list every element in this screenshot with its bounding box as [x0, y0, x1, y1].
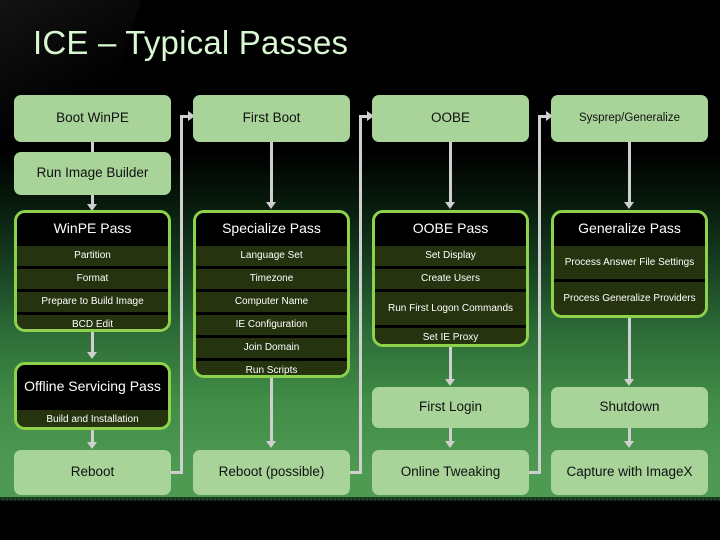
pass-row[interactable]: Create Users	[375, 266, 526, 289]
pass-row[interactable]: Set Display	[375, 243, 526, 266]
slide-canvas: ICE – Typical Passes Boot WinPE Run Imag…	[0, 0, 720, 540]
arrow-down-icon	[445, 379, 455, 386]
footer-bar	[0, 497, 720, 540]
arrow-down-icon	[266, 202, 276, 209]
pass-row[interactable]: Join Domain	[196, 335, 347, 358]
node-reboot[interactable]: Reboot	[14, 450, 171, 495]
pass-row[interactable]: Timezone	[196, 266, 347, 289]
node-run-image-builder[interactable]: Run Image Builder	[14, 152, 171, 195]
pass-header: WinPE Pass	[17, 213, 168, 243]
arrow-down-icon	[445, 441, 455, 448]
page-title: ICE – Typical Passes	[33, 24, 349, 61]
arrow-down-icon	[624, 202, 634, 209]
pass-row[interactable]: BCD Edit	[17, 312, 168, 329]
pass-box-winpe: WinPE Pass Partition Format Prepare to B…	[14, 210, 171, 332]
pass-row[interactable]: Run Scripts	[196, 358, 347, 375]
pass-row[interactable]: Process Answer File Settings	[554, 243, 705, 279]
node-first-login[interactable]: First Login	[372, 387, 529, 428]
connector-c4-top	[628, 142, 631, 204]
node-online-tweaking[interactable]: Online Tweaking	[372, 450, 529, 495]
pass-box-oobe: OOBE Pass Set Display Create Users Run F…	[372, 210, 529, 347]
node-label: Run Image Builder	[36, 165, 149, 181]
pass-row[interactable]: Format	[17, 266, 168, 289]
pass-box-generalize: Generalize Pass Process Answer File Sett…	[551, 210, 708, 318]
connector-c2-top	[270, 142, 273, 204]
pass-row[interactable]: Build and Installation	[17, 407, 168, 427]
node-label: OOBE	[430, 110, 470, 126]
node-oobe[interactable]: OOBE	[372, 95, 529, 142]
connector-c4-mid	[628, 428, 631, 442]
node-label: Capture with ImageX	[566, 464, 693, 480]
pass-header: Offline Servicing Pass	[17, 365, 168, 407]
node-label: Sysprep/Generalize	[579, 112, 680, 125]
pass-header: Specialize Pass	[196, 213, 347, 243]
node-label: Reboot	[70, 464, 115, 480]
pass-row[interactable]: Prepare to Build Image	[17, 289, 168, 312]
node-shutdown[interactable]: Shutdown	[551, 387, 708, 428]
pass-row[interactable]: IE Configuration	[196, 312, 347, 335]
node-capture-with-imagex[interactable]: Capture with ImageX	[551, 450, 708, 495]
connector-c3-pass	[449, 347, 452, 380]
arrow-down-icon	[624, 441, 634, 448]
connector-c3-mid	[449, 428, 452, 442]
connector-reboot2-to-oobe-v	[359, 115, 362, 474]
node-boot-winpe[interactable]: Boot WinPE	[14, 95, 171, 142]
node-reboot-possible[interactable]: Reboot (possible)	[193, 450, 350, 495]
node-label: Online Tweaking	[400, 464, 501, 480]
pass-box-offline-servicing: Offline Servicing Pass Build and Install…	[14, 362, 171, 430]
pass-header: OOBE Pass	[375, 213, 526, 243]
arrow-down-icon	[87, 352, 97, 359]
node-label: Shutdown	[599, 399, 660, 415]
pass-box-specialize: Specialize Pass Language Set Timezone Co…	[193, 210, 350, 378]
connector-reboot-to-firstboot-v	[180, 115, 183, 474]
pass-row[interactable]: Process Generalize Providers	[554, 279, 705, 315]
connector-c4-pass	[628, 318, 631, 380]
node-label: First Boot	[242, 110, 301, 126]
connector-tweak-to-sysprep-v	[538, 115, 541, 474]
pass-row[interactable]: Partition	[17, 243, 168, 266]
pass-header: Generalize Pass	[554, 213, 705, 243]
node-sysprep-generalize[interactable]: Sysprep/Generalize	[551, 95, 708, 142]
node-label: Reboot (possible)	[218, 464, 325, 480]
arrow-down-icon	[624, 379, 634, 386]
arrow-down-icon	[445, 202, 455, 209]
connector-c1-pass	[91, 332, 94, 354]
connector-c3-top	[449, 142, 452, 204]
arrow-down-icon	[87, 442, 97, 449]
node-label: First Login	[418, 399, 483, 415]
pass-row[interactable]: Computer Name	[196, 289, 347, 312]
pass-row[interactable]: Run First Logon Commands	[375, 289, 526, 325]
pass-row[interactable]: Language Set	[196, 243, 347, 266]
node-label: Boot WinPE	[56, 110, 129, 126]
connector-c2-pass	[270, 378, 273, 442]
pass-row[interactable]: Set IE Proxy	[375, 325, 526, 344]
arrow-down-icon	[266, 441, 276, 448]
node-first-boot[interactable]: First Boot	[193, 95, 350, 142]
